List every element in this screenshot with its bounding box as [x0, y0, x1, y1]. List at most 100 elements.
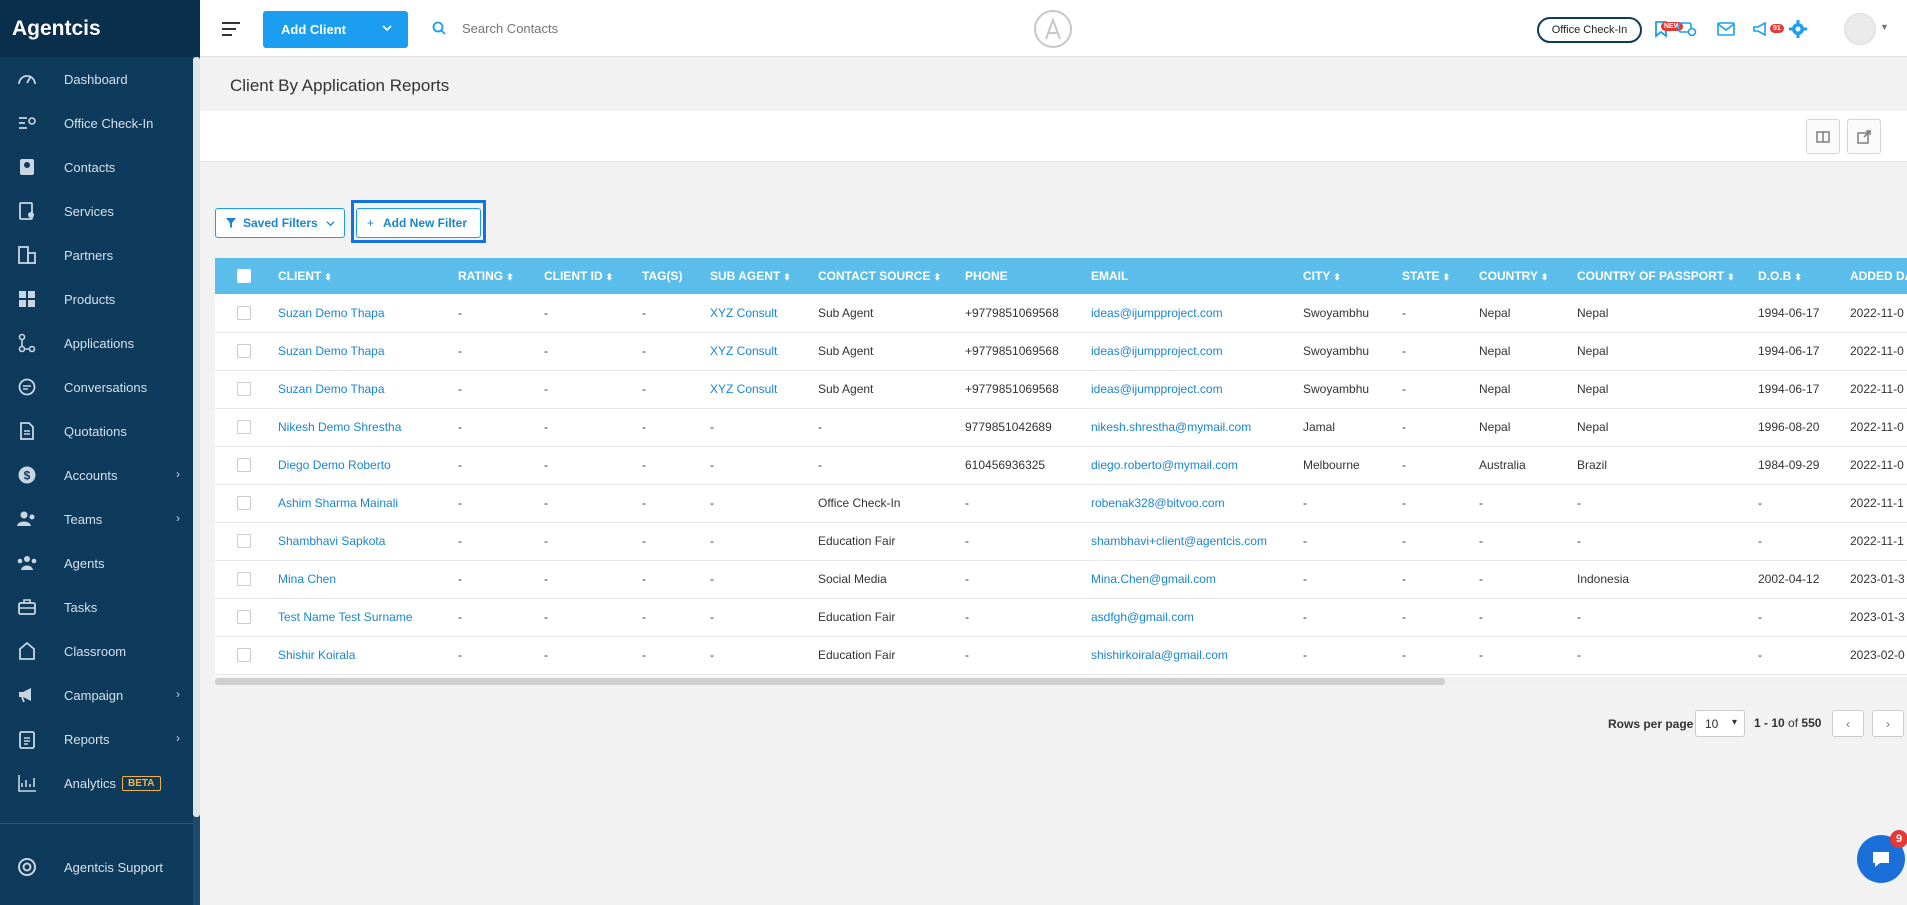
next-page-button[interactable]: › — [1872, 710, 1904, 737]
column-header[interactable]: TAG(S) — [642, 258, 710, 294]
megaphone-icon[interactable] — [1750, 18, 1772, 40]
table-cell-link[interactable]: Mina.Chen@gmail.com — [1091, 560, 1303, 598]
table-cell-link[interactable]: asdfgh@gmail.com — [1091, 598, 1303, 636]
column-header[interactable]: RATING ⬍ — [458, 258, 544, 294]
sidebar-item-office-check-in[interactable]: Office Check-In — [0, 101, 200, 145]
export-button[interactable] — [1847, 119, 1881, 154]
table-cell-link[interactable]: robenak328@bitvoo.com — [1091, 484, 1303, 522]
table-cell-link[interactable]: ideas@ijumpproject.com — [1091, 332, 1303, 370]
table-cell-link[interactable]: diego.roberto@mymail.com — [1091, 446, 1303, 484]
table-cell-link[interactable]: Mina Chen — [278, 560, 458, 598]
table-cell-link[interactable]: Suzan Demo Thapa — [278, 332, 458, 370]
row-checkbox[interactable] — [237, 572, 251, 586]
sidebar-item-campaign[interactable]: Campaign › — [0, 673, 200, 717]
column-header[interactable]: PHONE — [965, 258, 1091, 294]
column-header[interactable]: COUNTRY OF PASSPORT ⬍ — [1577, 258, 1758, 294]
table-cell: - — [544, 496, 548, 510]
column-header[interactable]: ADDED DA — [1850, 258, 1907, 294]
sidebar-item-classroom[interactable]: Classroom — [0, 629, 200, 673]
sidebar-item-partners[interactable]: Partners — [0, 233, 200, 277]
table-cell-link[interactable]: Suzan Demo Thapa — [278, 294, 458, 332]
sidebar-scrollbar[interactable] — [193, 57, 200, 905]
table-cell-link[interactable]: ideas@ijumpproject.com — [1091, 294, 1303, 332]
table-cell-link[interactable]: Test Name Test Surname — [278, 598, 458, 636]
table-row[interactable]: Ashim Sharma Mainali - - - - Office Check-In -… — [215, 484, 1907, 522]
chat-people-icon[interactable] — [1676, 18, 1698, 40]
sidebar-item-tasks[interactable]: Tasks — [0, 585, 200, 629]
row-checkbox[interactable] — [237, 534, 251, 548]
column-header[interactable]: EMAIL — [1091, 258, 1303, 294]
table-cell-link[interactable]: Shishir Koirala — [278, 636, 458, 674]
table-row[interactable]: Suzan Demo Thapa - - - XYZ Consult Sub Agent +… — [215, 294, 1907, 332]
sidebar-item-teams[interactable]: Teams › — [0, 497, 200, 541]
table-cell-link[interactable]: Suzan Demo Thapa — [278, 370, 458, 408]
column-header[interactable]: CONTACT SOURCE ⬍ — [818, 258, 965, 294]
table-row[interactable]: Diego Demo Roberto - - - - -610456936325 diego… — [215, 446, 1907, 484]
chevron-down-icon[interactable]: ▼ — [1880, 22, 1889, 32]
sidebar-item-conversations[interactable]: Conversations — [0, 365, 200, 409]
row-checkbox[interactable] — [237, 382, 251, 396]
table-row[interactable]: Mina Chen - - - - Social Media - Mina.Chen@gmai… — [215, 560, 1907, 598]
add-client-button[interactable]: Add Client — [263, 11, 408, 48]
table-cell-link[interactable]: shishirkoirala@gmail.com — [1091, 636, 1303, 674]
table-cell-link[interactable]: XYZ Consult — [710, 370, 818, 408]
column-header[interactable]: STATE ⬍ — [1402, 258, 1479, 294]
sidebar-item-products[interactable]: Products — [0, 277, 200, 321]
sidebar-item-contacts[interactable]: Contacts — [0, 145, 200, 189]
row-checkbox[interactable] — [237, 458, 251, 472]
table-cell-link[interactable]: ideas@ijumpproject.com — [1091, 370, 1303, 408]
table-row[interactable]: Suzan Demo Thapa - - - XYZ Consult Sub Agent +… — [215, 332, 1907, 370]
brand-logo[interactable]: Agentcis — [0, 0, 200, 57]
saved-filters-button[interactable]: Saved Filters — [215, 208, 345, 238]
table-cell-link[interactable]: XYZ Consult — [710, 294, 818, 332]
table-cell-link[interactable]: XYZ Consult — [710, 332, 818, 370]
row-checkbox[interactable] — [237, 420, 251, 434]
sidebar-item-dashboard[interactable]: Dashboard — [0, 57, 200, 101]
sidebar-item-services[interactable]: Services — [0, 189, 200, 233]
search-input[interactable] — [462, 16, 762, 40]
office-checkin-button[interactable]: Office Check-In — [1537, 17, 1642, 43]
table-cell-link[interactable]: Ashim Sharma Mainali — [278, 484, 458, 522]
sidebar-item-agents[interactable]: Agents — [0, 541, 200, 585]
column-header[interactable]: CLIENT ⬍ — [278, 258, 458, 294]
previous-page-button[interactable]: ‹ — [1832, 710, 1864, 737]
add-new-filter-button[interactable]: + Add New Filter — [356, 208, 481, 238]
gear-icon[interactable] — [1787, 18, 1809, 40]
mail-icon[interactable] — [1715, 18, 1737, 40]
table-horizontal-scrollbar[interactable] — [215, 677, 1907, 686]
row-checkbox[interactable] — [237, 344, 251, 358]
user-avatar[interactable] — [1844, 13, 1876, 45]
sidebar-item-quotations[interactable]: Quotations — [0, 409, 200, 453]
table-row[interactable]: Nikesh Demo Shrestha - - - - -9779851042689 ni… — [215, 408, 1907, 446]
table-cell-link[interactable]: Nikesh Demo Shrestha — [278, 408, 458, 446]
chevron-down-icon[interactable] — [382, 21, 392, 36]
column-header[interactable]: SUB AGENT ⬍ — [710, 258, 818, 294]
row-checkbox[interactable] — [237, 648, 251, 662]
table-cell-link[interactable]: shambhavi+client@agentcis.com — [1091, 522, 1303, 560]
column-header[interactable]: D.O.B ⬍ — [1758, 258, 1850, 294]
rows-per-page-select[interactable]: 10 ▾ — [1695, 710, 1745, 737]
column-header[interactable]: COUNTRY ⬍ — [1479, 258, 1577, 294]
table-cell-link[interactable]: nikesh.shrestha@mymail.com — [1091, 408, 1303, 446]
row-checkbox[interactable] — [237, 610, 251, 624]
row-checkbox[interactable] — [237, 305, 251, 320]
row-checkbox[interactable] — [237, 496, 251, 510]
search-icon[interactable] — [432, 21, 446, 38]
sidebar-item-agentcis-support[interactable]: Agentcis Support — [0, 845, 193, 889]
sidebar-item-reports[interactable]: Reports › — [0, 717, 200, 761]
sort-icon: ⬍ — [1794, 272, 1802, 282]
column-header[interactable]: CITY ⬍ — [1303, 258, 1402, 294]
menu-toggle-icon[interactable] — [222, 22, 240, 36]
sidebar-item-analytics[interactable]: Analytics BETA — [0, 761, 200, 805]
table-row[interactable]: Test Name Test Surname - - - - Education Fair… — [215, 598, 1907, 636]
sidebar-item-applications[interactable]: Applications — [0, 321, 200, 365]
table-row[interactable]: Shambhavi Sapkota - - - - Education Fair - sham… — [215, 522, 1907, 560]
table-row[interactable]: Shishir Koirala - - - - Education Fair - shishi… — [215, 636, 1907, 674]
table-cell-link[interactable]: Shambhavi Sapkota — [278, 522, 458, 560]
sidebar-item-accounts[interactable]: $ Accounts › — [0, 453, 200, 497]
column-header[interactable]: CLIENT ID ⬍ — [544, 258, 642, 294]
select-all-checkbox[interactable] — [237, 269, 251, 283]
columns-toggle-button[interactable] — [1806, 119, 1840, 154]
table-cell-link[interactable]: Diego Demo Roberto — [278, 446, 458, 484]
table-row[interactable]: Suzan Demo Thapa - - - XYZ Consult Sub Agent +… — [215, 370, 1907, 408]
